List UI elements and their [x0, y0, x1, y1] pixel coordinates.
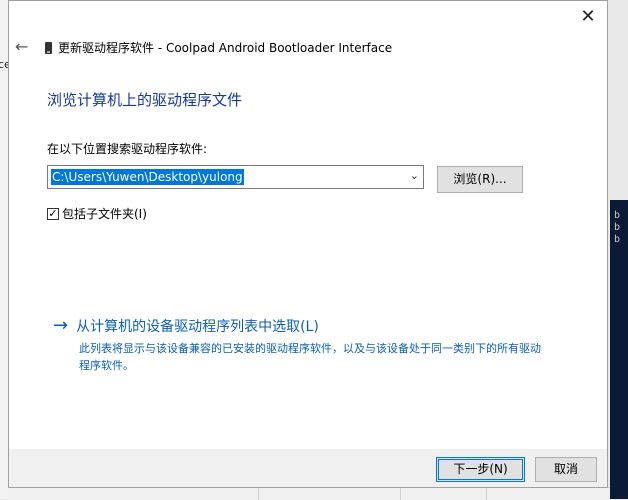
- update-driver-dialog: ✕ ← 更新驱动程序软件 - Coolpad Android Bootloade…: [8, 0, 608, 488]
- phone-device-icon: [45, 41, 52, 54]
- include-subfolders-checkbox[interactable]: ✓: [47, 206, 59, 220]
- right-arrow-icon[interactable]: →: [53, 316, 68, 336]
- background-terminal-right: b b b: [610, 200, 628, 499]
- search-path-combobox[interactable]: C:\Users\Yuwen\Desktop\yulong ⌄: [47, 165, 424, 189]
- include-subfolders-option[interactable]: ✓ 包括子文件夹(I): [47, 205, 147, 222]
- background-divider: [258, 488, 259, 500]
- close-button[interactable]: ✕: [575, 5, 601, 29]
- background-text-fragment: b: [614, 222, 621, 233]
- include-subfolders-label[interactable]: 包括子文件夹(I): [62, 205, 147, 222]
- close-icon: ✕: [580, 6, 596, 27]
- search-path-value[interactable]: C:\Users\Yuwen\Desktop\yulong: [51, 169, 244, 185]
- dialog-title-row: 更新驱动程序软件 - Coolpad Android Bootloader In…: [45, 39, 392, 56]
- background-text-fragment: b: [614, 210, 621, 221]
- background-window-bottom: [8, 487, 610, 500]
- background-divider: [400, 488, 401, 500]
- search-location-label: 在以下位置搜索驱动程序软件:: [47, 142, 208, 156]
- pick-from-list-label[interactable]: 从计算机的设备驱动程序列表中选取(L): [76, 316, 319, 336]
- page-heading: 浏览计算机上的驱动程序文件: [47, 91, 243, 109]
- pick-from-list-description: 此列表将显示与该设备兼容的已安装的驱动程序软件，以及与该设备处于同一类别下的所有…: [79, 342, 541, 372]
- next-button[interactable]: 下一步(N): [436, 457, 525, 482]
- back-arrow-icon: ←: [15, 37, 29, 56]
- background-text-fragment: b: [614, 234, 621, 245]
- background-divider: [486, 488, 487, 500]
- back-button[interactable]: ←: [15, 37, 33, 57]
- checkmark-icon: ✓: [48, 206, 58, 220]
- chevron-down-icon[interactable]: ⌄: [410, 169, 419, 182]
- dialog-title: 更新驱动程序软件 - Coolpad Android Bootloader In…: [58, 41, 393, 55]
- cancel-button[interactable]: 取消: [535, 457, 597, 482]
- browse-button[interactable]: 浏览(R)...: [437, 166, 523, 193]
- pick-from-list-link[interactable]: → 从计算机的设备驱动程序列表中选取(L): [53, 316, 319, 336]
